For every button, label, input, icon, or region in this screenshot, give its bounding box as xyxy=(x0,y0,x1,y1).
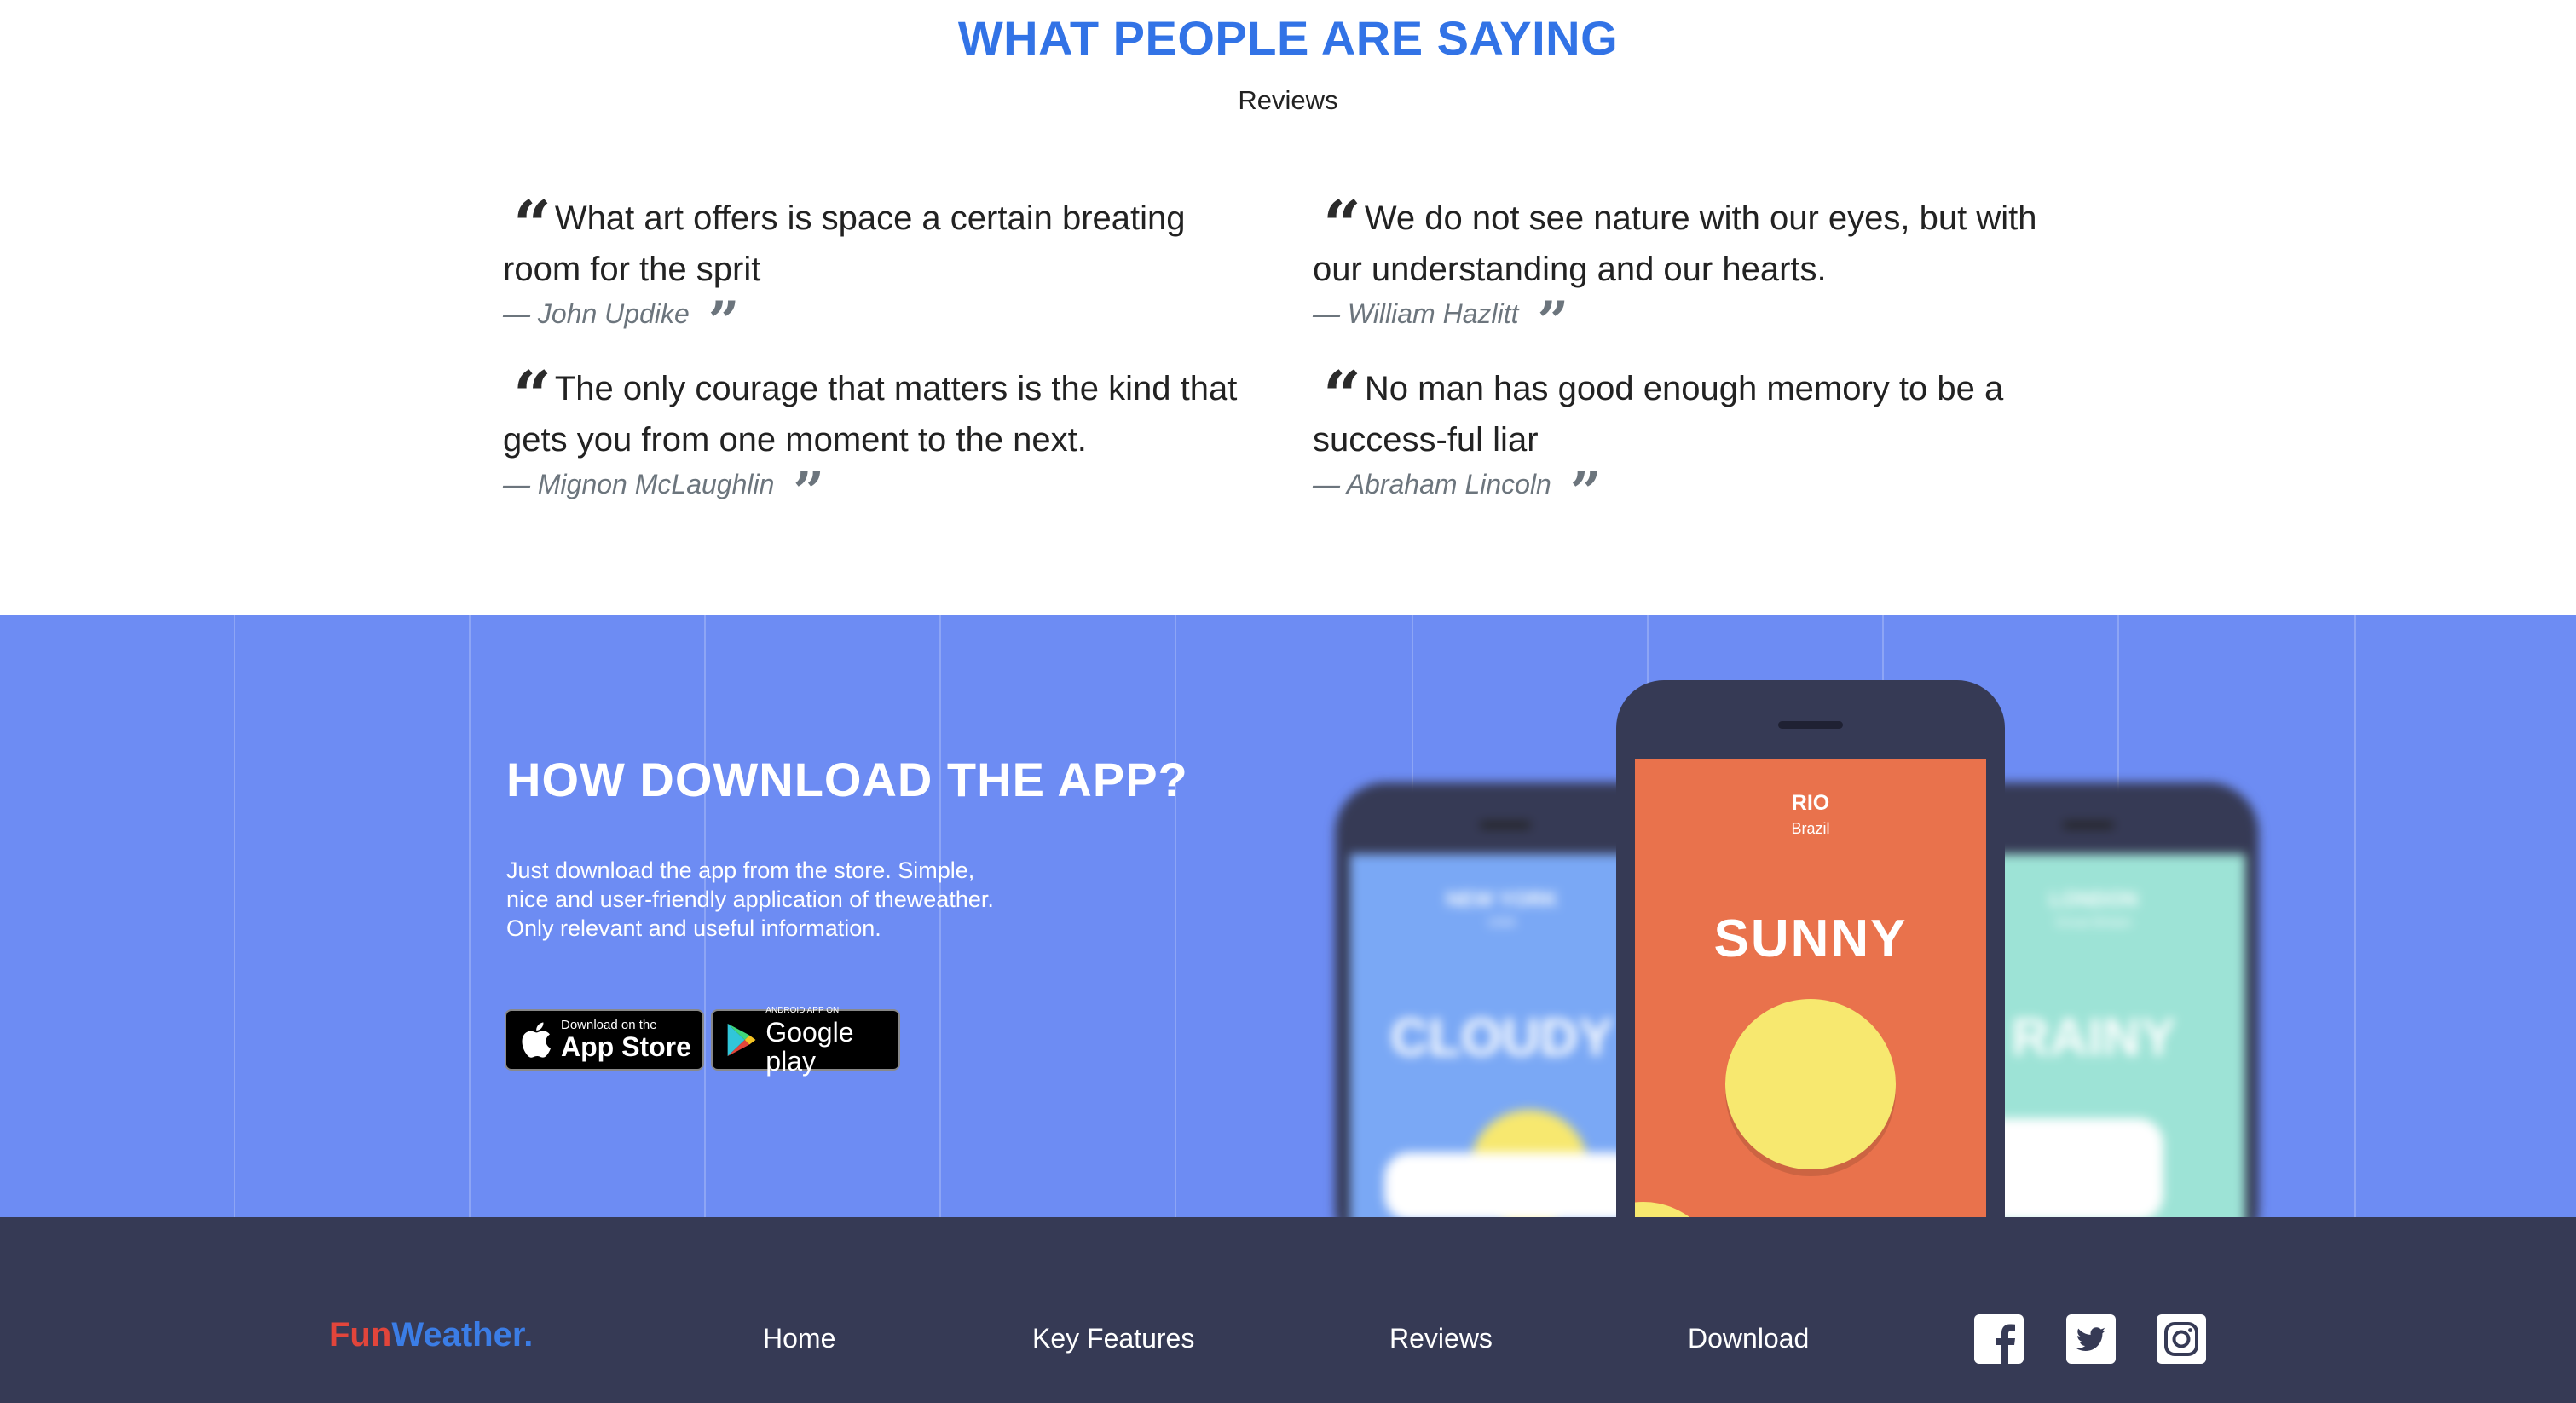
footer-nav-download[interactable]: Download xyxy=(1688,1323,1809,1354)
instagram-icon[interactable] xyxy=(2157,1314,2206,1364)
phone-mockup-center: RIO Brazil SUNNY xyxy=(1616,680,2005,1217)
phone-left-country: USA xyxy=(1487,915,1516,930)
phone-screen-left: NEW YORK USA CLOUDY xyxy=(1350,854,1654,1217)
reviews-subtitle: Reviews xyxy=(1238,85,1338,115)
quote-text: The only courage that matters is the kin… xyxy=(503,370,1238,459)
google-play-small-label: ANDROID APP ON xyxy=(765,1006,840,1015)
phone-center-city: RIO xyxy=(1791,791,1830,815)
review-quote: “No man has good enough memory to be a s… xyxy=(1313,357,2071,524)
twitter-icon[interactable] xyxy=(2066,1314,2116,1364)
phone-left-city: NEW YORK xyxy=(1446,888,1558,911)
download-title: HOW DOWNLOAD THE APP? xyxy=(506,753,1188,806)
quote-text: What art offers is space a certain breat… xyxy=(503,199,1186,288)
quote-author: — John Updike xyxy=(503,298,690,329)
facebook-icon[interactable] xyxy=(1974,1314,2024,1364)
download-section: HOW DOWNLOAD THE APP? Just download the … xyxy=(0,615,2576,1217)
footer: FunWeather. Home Key Features Reviews Do… xyxy=(0,1217,2576,1403)
apple-icon xyxy=(522,1022,551,1058)
open-quote-icon: “ xyxy=(513,357,552,435)
google-play-icon xyxy=(727,1023,756,1057)
phone-left-weather: CLOUDY xyxy=(1390,1008,1614,1067)
quote-author: — Abraham Lincoln xyxy=(1313,469,1551,499)
footer-nav-key-features[interactable]: Key Features xyxy=(1032,1323,1194,1354)
open-quote-icon: “ xyxy=(1323,187,1361,264)
logo-fun-text: Fun xyxy=(329,1316,392,1354)
quote-text: We do not see nature with our eyes, but … xyxy=(1313,199,2037,288)
quote-author: — Mignon McLaughlin xyxy=(503,469,775,499)
divider xyxy=(2354,615,2356,1217)
reviews-section: WHAT PEOPLE ARE SAYING Reviews “What art… xyxy=(0,0,2576,615)
phone-screen-center: RIO Brazil SUNNY xyxy=(1635,759,1986,1217)
sun-icon xyxy=(1725,999,1896,1169)
divider xyxy=(1175,615,1176,1217)
logo-weather-text: Weather. xyxy=(391,1316,534,1354)
phone-center-weather: SUNNY xyxy=(1713,909,1908,968)
reviews-title: WHAT PEOPLE ARE SAYING xyxy=(957,11,1619,65)
open-quote-icon: “ xyxy=(513,187,552,264)
quote-author: — William Hazlitt xyxy=(1313,298,1519,329)
close-quote-icon: ” xyxy=(708,290,740,354)
phone-speaker xyxy=(1778,721,1843,729)
quote-text: No man has good enough memory to be a su… xyxy=(1313,370,2004,459)
divider xyxy=(469,615,471,1217)
divider xyxy=(234,615,235,1217)
download-description: Just download the app from the store. Si… xyxy=(506,857,994,941)
review-quote: “The only courage that matters is the ki… xyxy=(503,357,1262,524)
app-store-small-label: Download on the xyxy=(561,1018,657,1032)
app-store-button[interactable]: Download on the App Store xyxy=(505,1009,704,1071)
close-quote-icon: ” xyxy=(1569,460,1602,524)
review-quote: “What art offers is space a certain brea… xyxy=(503,187,1262,354)
footer-nav-home[interactable]: Home xyxy=(763,1323,835,1354)
brand-logo[interactable]: FunWeather. xyxy=(329,1316,533,1354)
google-play-button[interactable]: ANDROID APP ON Google play xyxy=(711,1006,900,1076)
app-store-label: App Store xyxy=(561,1031,691,1062)
footer-nav-reviews[interactable]: Reviews xyxy=(1389,1323,1493,1354)
open-quote-icon: “ xyxy=(1323,357,1361,435)
review-quote: “We do not see nature with our eyes, but… xyxy=(1313,187,2071,354)
google-play-label: Google play xyxy=(765,1017,854,1077)
phone-center-country: Brazil xyxy=(1791,820,1830,837)
close-quote-icon: ” xyxy=(793,460,824,524)
close-quote-icon: ” xyxy=(1537,290,1569,354)
